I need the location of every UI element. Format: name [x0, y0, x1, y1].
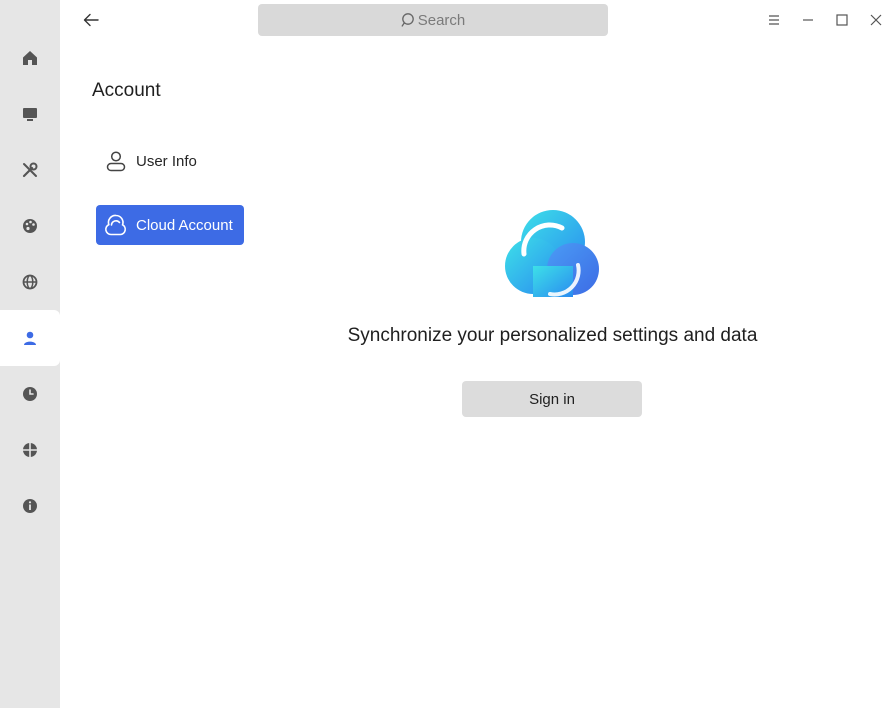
globe-icon [22, 274, 38, 290]
monitor-icon [23, 108, 37, 121]
tools-icon [22, 162, 38, 178]
settings-window: Search Account User Info Cloud Account S… [0, 0, 895, 708]
home-icon [23, 51, 37, 65]
rail-item-home[interactable] [0, 30, 60, 86]
search-placeholder: Search [417, 11, 466, 29]
clock-icon [23, 387, 37, 401]
nav-item-label: Cloud Account [136, 216, 233, 234]
maximize-button[interactable] [830, 8, 854, 32]
menu-button[interactable] [762, 8, 786, 32]
rail-item-system[interactable] [0, 142, 60, 198]
user-outline-icon [104, 149, 128, 173]
rail-item-personalize[interactable] [0, 198, 60, 254]
minimize-button[interactable] [796, 8, 820, 32]
sign-in-button[interactable]: Sign in [462, 381, 642, 417]
hamburger-menu-icon [769, 15, 779, 25]
category-rail [0, 0, 60, 708]
rail-item-network[interactable] [0, 254, 60, 310]
nav-item-cloud-account[interactable]: Cloud Account [96, 205, 244, 245]
cloud-logo [502, 208, 602, 300]
search-input[interactable]: Search [258, 4, 608, 36]
search-icon [401, 13, 414, 27]
back-button[interactable] [78, 8, 104, 32]
rail-item-display[interactable] [0, 86, 60, 142]
info-icon [23, 499, 37, 513]
nav-item-label: User Info [136, 152, 197, 170]
close-button[interactable] [864, 8, 888, 32]
palette-icon [23, 219, 37, 233]
rail-item-about[interactable] [0, 478, 60, 534]
maximize-icon [836, 14, 848, 26]
arrow-left-icon [83, 13, 99, 27]
rail-item-account[interactable] [0, 310, 60, 366]
rail-item-datetime[interactable] [0, 366, 60, 422]
update-icon [23, 443, 37, 457]
sync-message: Synchronize your personalized settings a… [347, 325, 758, 346]
rail-item-update[interactable] [0, 422, 60, 478]
nav-item-user-info[interactable]: User Info [96, 141, 244, 181]
user-icon [24, 331, 36, 345]
cloud-icon [104, 213, 128, 237]
close-icon [870, 14, 882, 26]
minimize-icon [803, 19, 813, 21]
page-title: Account [92, 80, 161, 101]
